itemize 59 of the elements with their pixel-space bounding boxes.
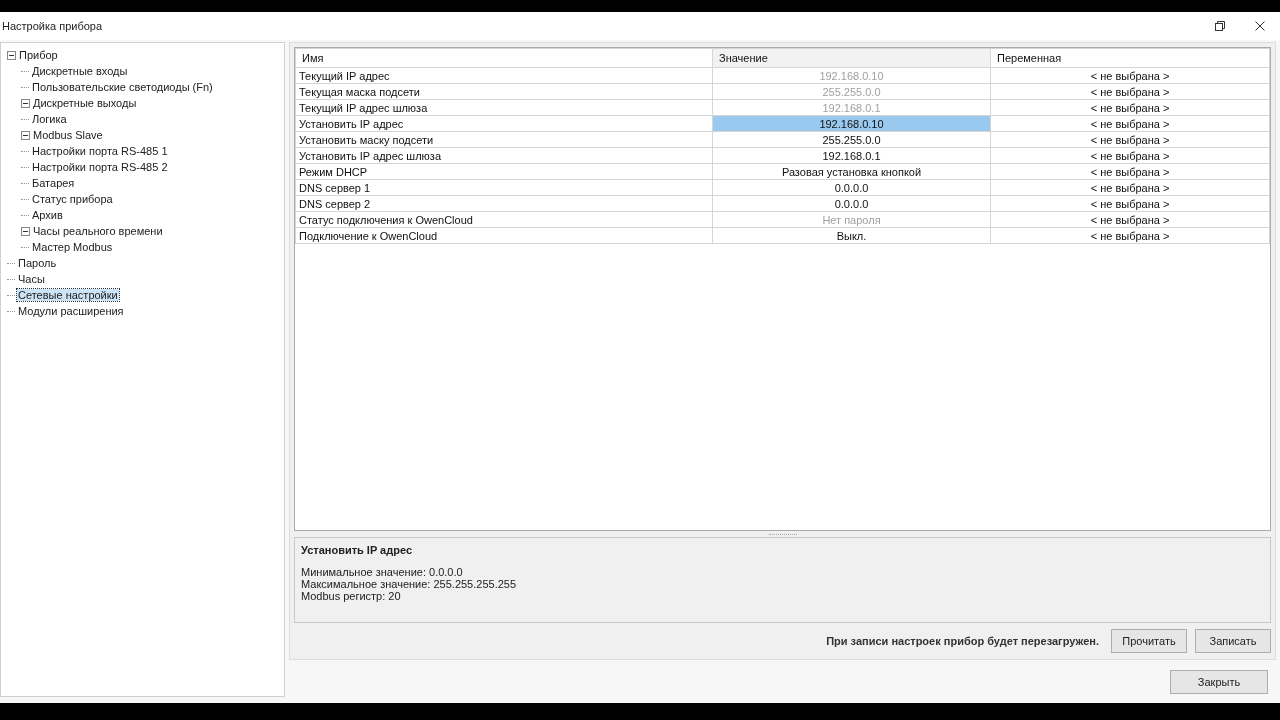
table-cell: Установить IP адрес (295, 115, 713, 132)
tree-item[interactable]: Сетевые настройки (17, 289, 119, 301)
collapse-icon[interactable] (7, 50, 16, 60)
table-cell[interactable]: 0.0.0.0 (712, 179, 991, 196)
tree-item[interactable]: Статус прибора (31, 193, 114, 205)
window-title: Настройка прибора (2, 20, 104, 32)
tree-item[interactable]: Настройки порта RS-485 2 (31, 161, 169, 173)
table-cell: Установить маску подсети (295, 131, 713, 148)
table-cell[interactable]: < не выбрана > (990, 163, 1270, 180)
info-text: Минимальное значение: 0.0.0.0 (301, 566, 464, 578)
column-header[interactable]: Значение (712, 48, 991, 68)
info-text: Modbus регистр: 20 (301, 590, 402, 602)
table-cell[interactable]: Разовая установка кнопкой (712, 163, 991, 180)
tree-item[interactable]: Часы (17, 273, 46, 285)
table-cell[interactable]: Выкл. (712, 227, 991, 244)
collapse-icon[interactable] (21, 226, 30, 236)
table-cell: Режим DHCP (295, 163, 713, 180)
table-cell[interactable]: < не выбрана > (990, 115, 1270, 132)
tree-item[interactable]: Логика (31, 113, 68, 125)
table-cell: DNS сервер 2 (295, 195, 713, 212)
column-header[interactable]: Имя (295, 48, 713, 68)
table-cell[interactable]: 0.0.0.0 (712, 195, 991, 212)
table-cell[interactable]: < не выбрана > (990, 227, 1270, 244)
write-button[interactable]: Записать (1195, 629, 1271, 653)
table-cell[interactable]: < не выбрана > (990, 179, 1270, 196)
tree-item[interactable]: Мастер Modbus (31, 241, 114, 253)
column-header[interactable]: Переменная (990, 48, 1270, 68)
tree-item[interactable]: Часы реального времени (32, 225, 164, 237)
tree-item[interactable]: Пароль (17, 257, 58, 269)
tree-item[interactable]: Modbus Slave (32, 129, 104, 141)
tree-item[interactable]: Прибор (18, 49, 59, 61)
collapse-icon[interactable] (21, 98, 30, 108)
table-cell: Статус подключения к OwenCloud (295, 211, 713, 228)
tree-item[interactable]: Пользовательские светодиоды (Fn) (31, 81, 214, 93)
table-cell: Текущая маска подсети (295, 83, 713, 100)
table-cell[interactable]: 192.168.0.1 (712, 147, 991, 164)
read-button[interactable]: Прочитать (1111, 629, 1187, 653)
table-cell[interactable]: < не выбрана > (990, 195, 1270, 212)
table-cell: DNS сервер 1 (295, 179, 713, 196)
table-cell: Текущий IP адрес шлюза (295, 99, 713, 116)
tree-item[interactable]: Модули расширения (17, 305, 125, 317)
tree-item[interactable]: Дискретные входы (31, 65, 129, 77)
tree-item[interactable]: Архив (31, 209, 64, 221)
table-cell: Установить IP адрес шлюза (295, 147, 713, 164)
restore-icon[interactable] (1215, 21, 1225, 31)
close-button[interactable]: Закрыть (1170, 670, 1268, 694)
info-text: Максимальное значение: 255.255.255.255 (301, 578, 518, 590)
tree-item[interactable]: Дискретные выходы (32, 97, 138, 109)
tree-item[interactable]: Настройки порта RS-485 1 (31, 145, 169, 157)
warning-text: При записи настроек прибор будет перезагружен. (826, 635, 1099, 647)
info-title: Установить IP адрес (301, 544, 414, 556)
tree-item[interactable]: Батарея (31, 177, 76, 189)
table-cell: Подключение к OwenCloud (295, 227, 713, 244)
table-cell[interactable]: < не выбрана > (990, 131, 1270, 148)
table-cell: Текущий IP адрес (295, 67, 713, 84)
table-cell[interactable]: 255.255.0.0 (712, 131, 991, 148)
table-cell[interactable]: < не выбрана > (990, 147, 1270, 164)
collapse-icon[interactable] (21, 130, 30, 140)
close-icon[interactable] (1255, 21, 1265, 31)
